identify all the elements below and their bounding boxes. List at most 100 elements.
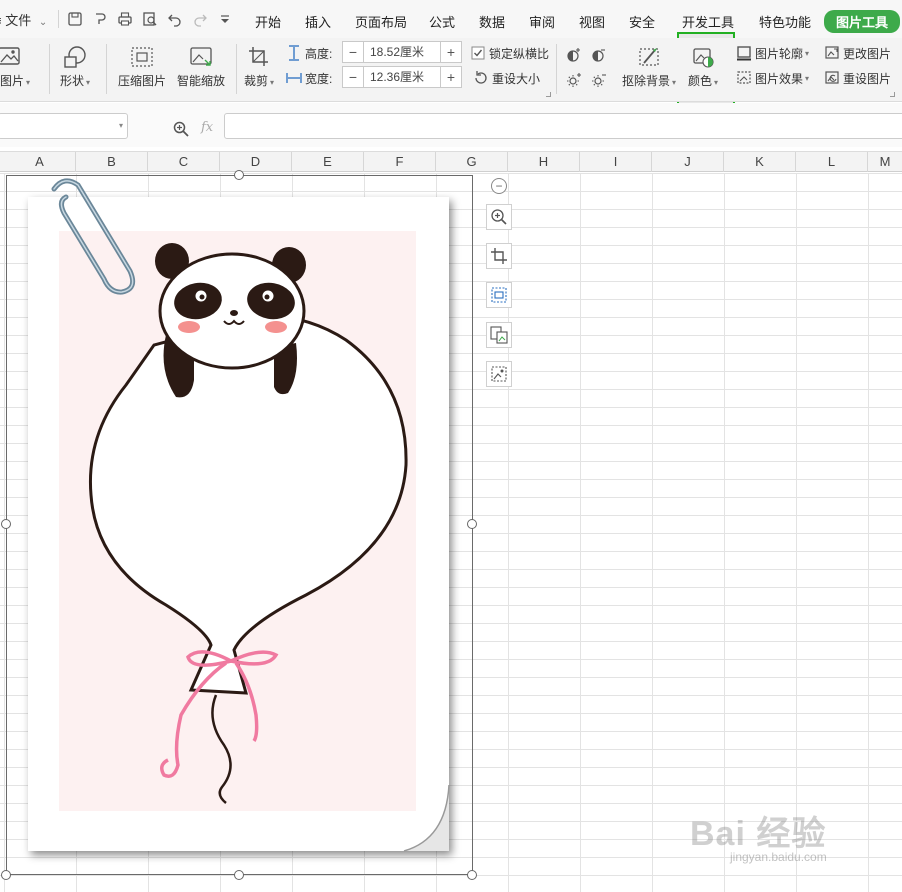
picture-to-text-button[interactable]	[486, 322, 512, 348]
increase-width-button[interactable]: +	[441, 67, 461, 87]
compress-picture-float-button[interactable]	[486, 282, 512, 308]
column-header-c[interactable]: C	[148, 152, 220, 172]
baidu-jingyan-watermark: Bai 经验 jingyan.baidu.com	[690, 790, 902, 870]
crop-button[interactable]: 裁剪 ▾	[244, 44, 274, 89]
brightness-up-icon	[566, 72, 582, 88]
ribbon-bow	[160, 650, 279, 778]
tab-page-layout[interactable]: 页面布局	[355, 12, 407, 31]
resize-handle-right[interactable]	[467, 519, 477, 529]
increase-height-button[interactable]: +	[441, 42, 461, 62]
resize-handle-left[interactable]	[1, 519, 11, 529]
picture-effects-label: 图片效果	[755, 71, 804, 86]
change-picture-button[interactable]: 更改图片	[824, 43, 891, 63]
group-launcher-icon[interactable]	[890, 92, 895, 97]
tab-view[interactable]: 视图	[579, 12, 605, 31]
crop-picture-button[interactable]	[486, 243, 512, 269]
column-header-j[interactable]: J	[652, 152, 724, 172]
tab-developer[interactable]: 开发工具	[682, 12, 734, 31]
file-menu[interactable]: ≡ 文件 ⌄	[0, 10, 47, 30]
customize-toolbar-icon[interactable]	[215, 9, 235, 29]
smart-scale-label: 智能缩放	[177, 74, 226, 88]
change-picture-float-button[interactable]	[486, 361, 512, 387]
tab-insert[interactable]: 插入	[305, 12, 331, 31]
column-header-m[interactable]: M	[868, 152, 902, 172]
height-input[interactable]: 18.52厘米	[363, 42, 441, 62]
tab-formulas[interactable]: 公式	[429, 12, 455, 31]
increase-brightness-button[interactable]	[566, 70, 585, 90]
tab-home[interactable]: 开始	[255, 12, 281, 31]
column-header-b[interactable]: B	[76, 152, 148, 172]
column-header-e[interactable]: E	[292, 152, 364, 172]
change-picture-icon	[491, 366, 507, 382]
tab-review[interactable]: 审阅	[529, 12, 555, 31]
compress-picture-label: 压缩图片	[118, 74, 167, 88]
column-header-k[interactable]: K	[724, 152, 796, 172]
tab-data[interactable]: 数据	[479, 12, 505, 31]
picture-icon	[0, 44, 22, 70]
smart-scale-button[interactable]: 智能缩放	[177, 44, 225, 89]
print-preview-icon[interactable]	[140, 9, 160, 29]
formula-input[interactable]	[224, 113, 902, 139]
shape-button[interactable]: 形状 ▾	[60, 44, 90, 89]
height-stepper[interactable]: − 18.52厘米 +	[342, 41, 462, 63]
tab-security[interactable]: 安全	[629, 12, 655, 31]
column-header-i[interactable]: I	[580, 152, 652, 172]
decrease-width-button[interactable]: −	[343, 67, 363, 87]
picture-outline-button[interactable]: 图片轮廓 ▾	[736, 43, 809, 63]
group-launcher-icon[interactable]	[546, 92, 551, 97]
compress-picture-button[interactable]: 压缩图片	[118, 44, 166, 89]
decrease-contrast-button[interactable]	[591, 45, 610, 65]
reset-size-button[interactable]: 重设大小	[473, 68, 540, 88]
zoom-in-picture-button[interactable]	[486, 204, 512, 230]
insert-function-button[interactable]: fx	[201, 120, 213, 135]
column-header-l[interactable]: L	[796, 152, 868, 172]
divider	[49, 44, 50, 94]
dropdown-arrow-icon: ▾	[26, 78, 31, 87]
dropdown-arrow-icon: ▾	[805, 48, 810, 58]
column-header-f[interactable]: F	[364, 152, 436, 172]
change-picture-label: 更改图片	[843, 46, 892, 61]
column-header-h[interactable]: H	[508, 152, 580, 172]
zoom-icon[interactable]	[172, 120, 190, 138]
tab-picture-tools[interactable]: 图片工具	[824, 10, 901, 33]
name-box[interactable]: ▾	[0, 113, 128, 139]
undo-icon[interactable]	[165, 9, 185, 29]
tab-special-features[interactable]: 特色功能	[759, 12, 811, 31]
chevron-down-icon: ⌄	[38, 17, 48, 28]
column-header-g[interactable]: G	[436, 152, 508, 172]
redo-icon[interactable]	[190, 9, 210, 29]
dropdown-arrow-icon: ▾	[86, 78, 91, 87]
panda-balloon-picture[interactable]	[6, 175, 473, 875]
lock-ratio-checkbox[interactable]: 锁定纵横比	[470, 43, 549, 63]
width-stepper[interactable]: − 12.36厘米 +	[342, 66, 462, 88]
divider	[556, 44, 557, 94]
save-icon[interactable]	[65, 9, 85, 29]
column-header-a[interactable]: A	[4, 152, 76, 172]
insert-picture-button[interactable]: 入图片▾	[0, 44, 30, 89]
print-icon[interactable]	[115, 9, 135, 29]
column-header-d[interactable]: D	[220, 152, 292, 172]
increase-contrast-button[interactable]	[566, 45, 585, 65]
crop-label: 裁剪	[244, 74, 269, 88]
color-button[interactable]: 颜色 ▾	[688, 44, 718, 89]
resize-handle-bottom[interactable]	[234, 870, 244, 880]
collapse-toolbar-button[interactable]: −	[491, 178, 507, 194]
smart-scale-icon	[188, 44, 214, 70]
decrease-height-button[interactable]: −	[343, 42, 363, 62]
resize-handle-bottom-left[interactable]	[1, 870, 11, 880]
menu-bar: ≡ 文件 ⌄ 开始 插入 页面布局 公式 数据 审阅 视图 安全 开发工具 特色…	[0, 0, 902, 38]
lock-ratio-label: 锁定纵横比	[489, 46, 550, 61]
decrease-brightness-button[interactable]	[591, 70, 610, 90]
remove-background-icon	[636, 44, 662, 70]
resize-handle-top[interactable]	[234, 170, 244, 180]
dropdown-arrow-icon: ▾	[270, 78, 275, 87]
reset-size-icon	[473, 70, 489, 86]
divider	[236, 44, 237, 94]
reset-picture-button[interactable]: 重设图片	[824, 68, 891, 88]
remove-background-button[interactable]: 抠除背景 ▾	[622, 44, 676, 89]
width-input[interactable]: 12.36厘米	[363, 67, 441, 87]
export-pdf-icon[interactable]	[90, 9, 110, 29]
picture-effects-button[interactable]: 图片效果 ▾	[736, 68, 809, 88]
resize-handle-bottom-right[interactable]	[467, 870, 477, 880]
divider	[106, 44, 107, 94]
